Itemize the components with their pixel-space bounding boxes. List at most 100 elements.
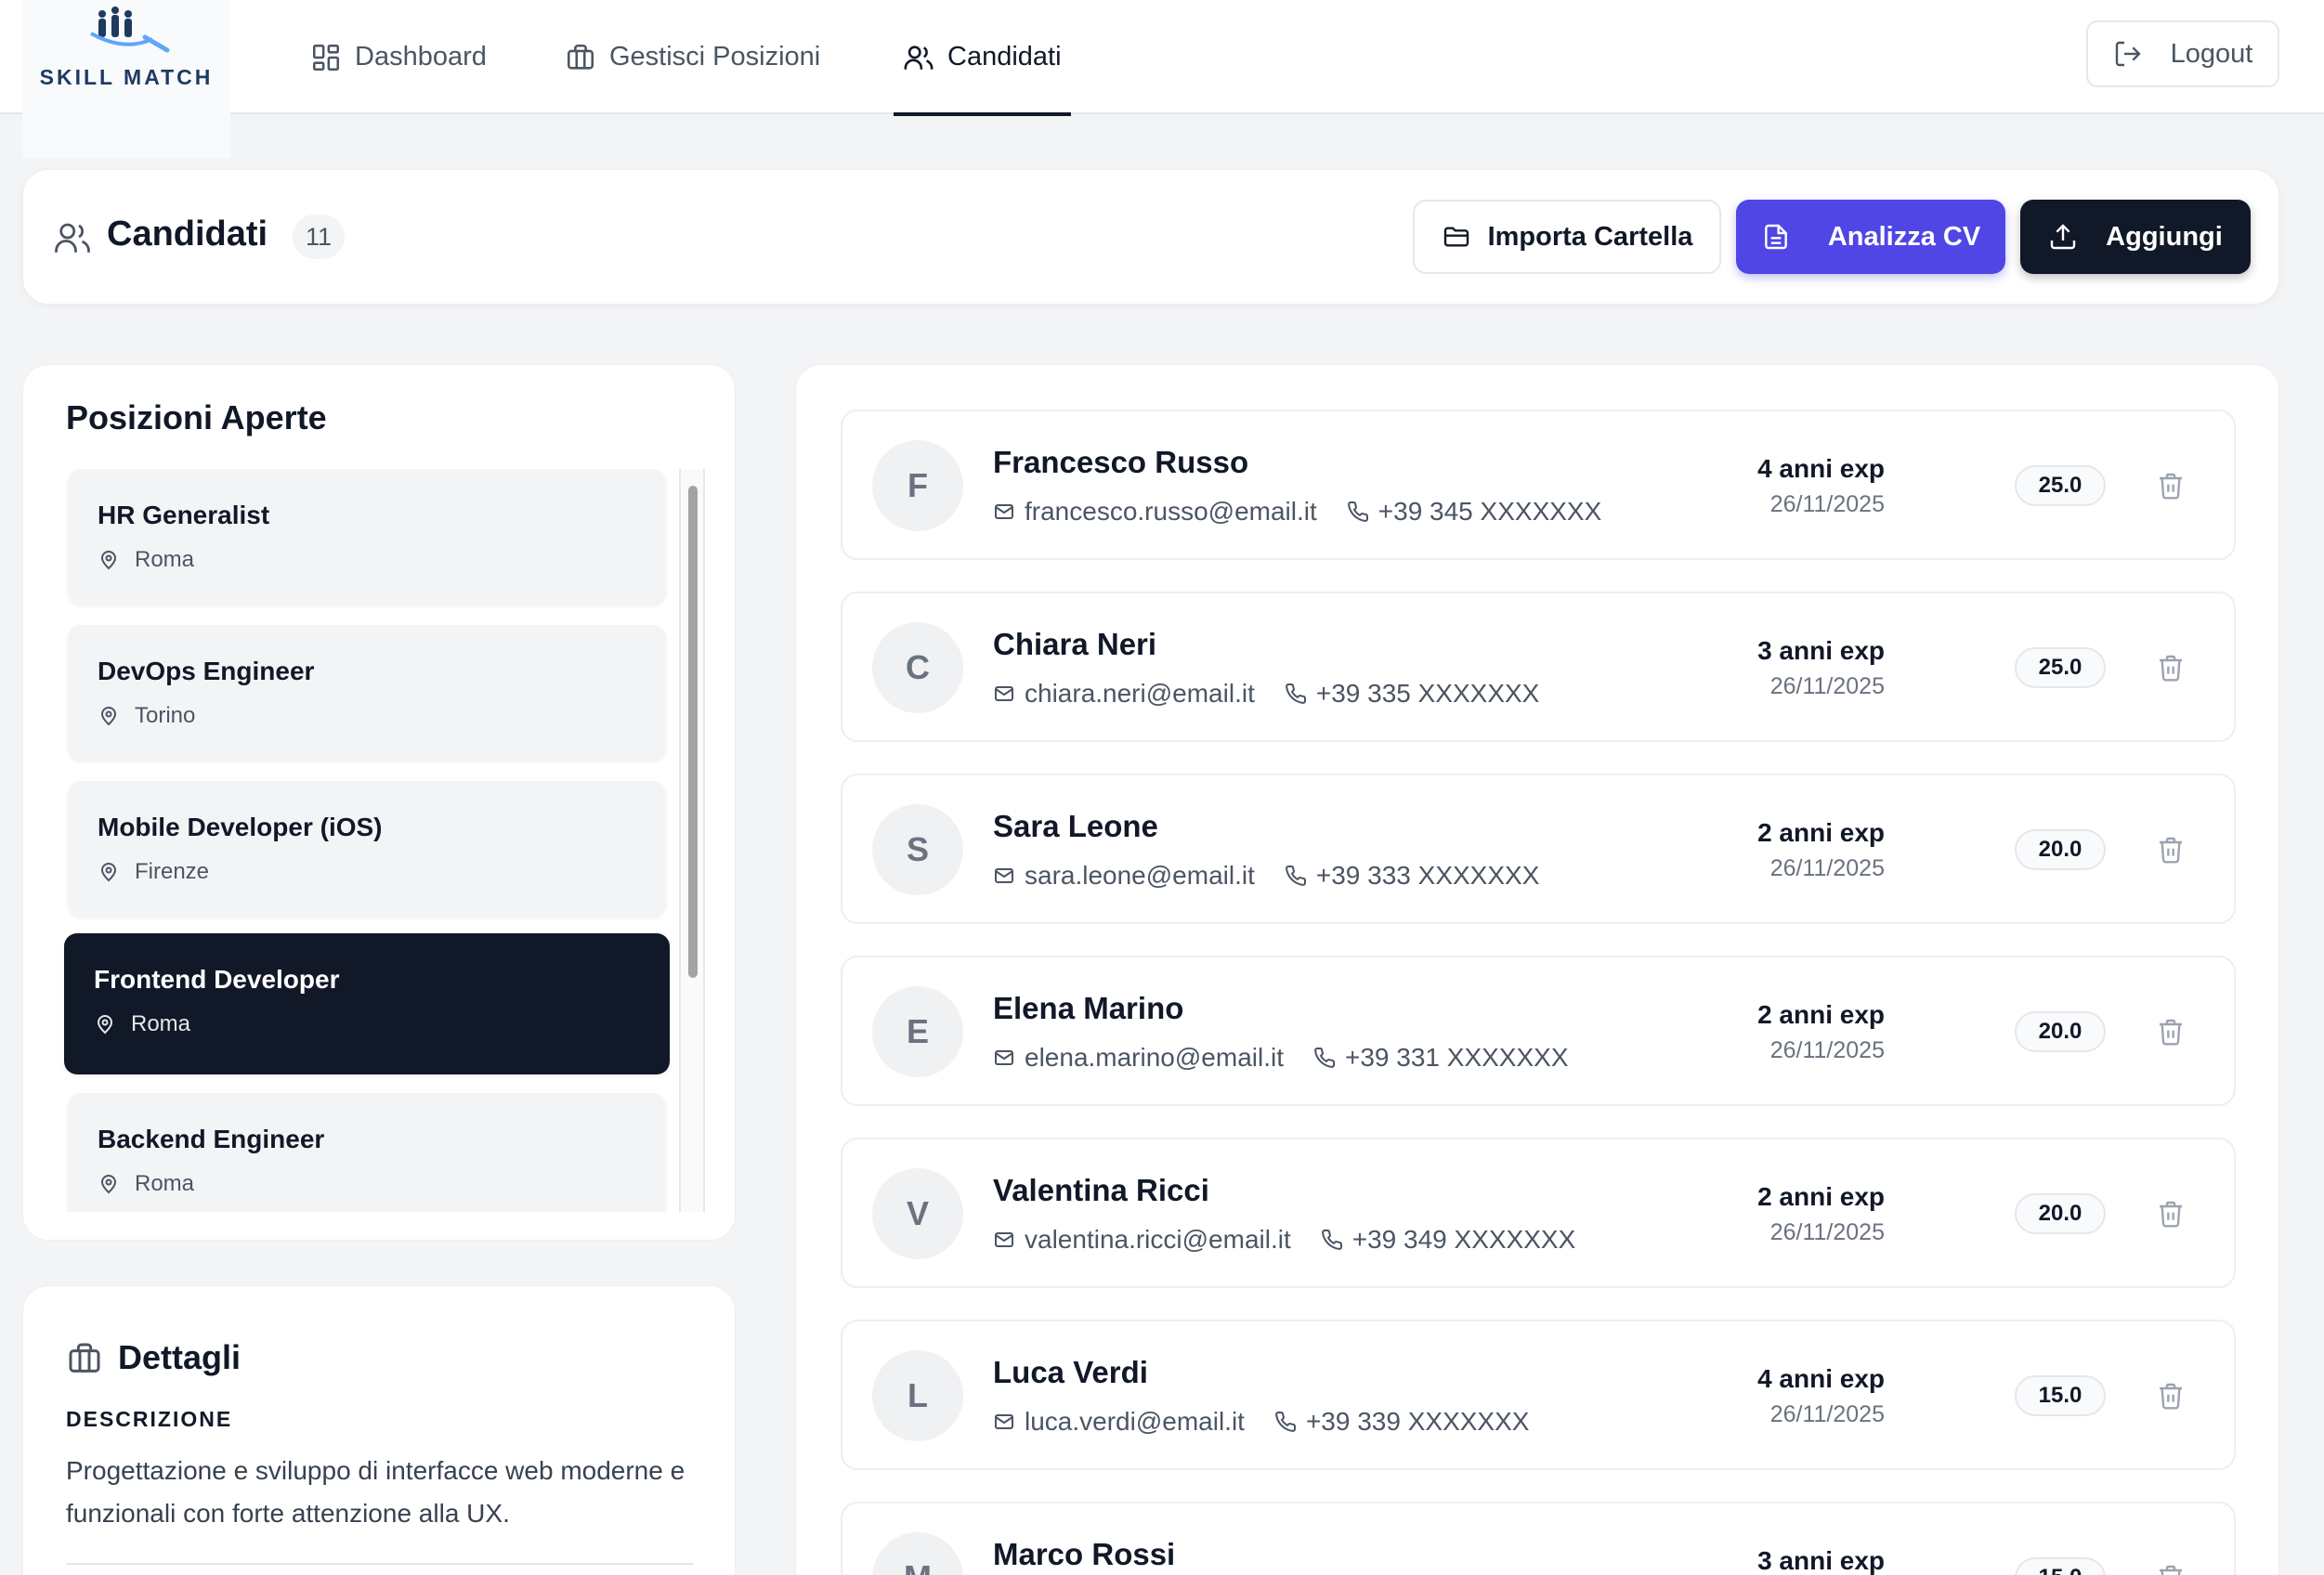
candidates-panel: F Francesco Russo francesco.russo@email.… <box>795 364 2279 1575</box>
position-title: Frontend Developer <box>94 965 340 994</box>
delete-button[interactable] <box>2152 467 2189 504</box>
candidate-email[interactable]: luca.verdi@email.it <box>993 1407 1245 1437</box>
position-item-hr-generalist[interactable]: HR Generalist Roma <box>68 469 666 605</box>
candidate-name: Marco Rossi <box>993 1537 1176 1571</box>
candidate-card[interactable]: V Valentina Ricci valentina.ricci@email.… <box>841 1138 2236 1288</box>
candidate-phone[interactable]: +39 349 XXXXXXX <box>1321 1225 1576 1255</box>
candidate-email-text: valentina.ricci@email.it <box>1025 1225 1291 1254</box>
candidate-email[interactable]: valentina.ricci@email.it <box>993 1225 1291 1255</box>
position-item-backend-engineer[interactable]: Backend Engineer Roma <box>68 1093 666 1212</box>
position-location-label: Torino <box>135 703 196 728</box>
mail-icon <box>995 1050 1013 1065</box>
mail-icon <box>995 1232 1013 1247</box>
brand-name: SKILL MATCH <box>39 65 214 89</box>
candidate-phone-text: +39 331 XXXXXXX <box>1345 1043 1569 1072</box>
position-title: Backend Engineer <box>98 1125 325 1153</box>
avatar: F <box>872 440 963 531</box>
map-pin-icon <box>100 863 117 882</box>
delete-button[interactable] <box>2152 831 2189 868</box>
candidate-email[interactable]: chiara.neri@email.it <box>993 679 1255 709</box>
position-item-devops-engineer[interactable]: DevOps Engineer Torino <box>68 625 666 761</box>
candidate-experience: 3 anni exp <box>1757 1546 1885 1575</box>
candidate-card[interactable]: F Francesco Russo francesco.russo@email.… <box>841 410 2236 560</box>
trash-icon <box>2160 1201 2182 1228</box>
analyze-cv-button[interactable]: Analizza CV <box>1736 200 2005 274</box>
document-icon <box>1764 224 1787 250</box>
delete-button[interactable] <box>2152 1195 2189 1232</box>
import-folder-label: Importa Cartella <box>1487 221 1693 252</box>
mail-icon <box>995 1414 1013 1429</box>
avatar: M <box>872 1532 963 1575</box>
phone-icon <box>1285 865 1306 886</box>
positions-scrollbar-thumb[interactable] <box>688 486 698 978</box>
brand-logo[interactable]: SKILL MATCH <box>22 0 230 158</box>
nav-positions[interactable]: Gestisci Posizioni <box>565 0 820 114</box>
candidate-name: Chiara Neri <box>993 627 1157 661</box>
description-text: Progettazione e sviluppo di interfacce w… <box>66 1456 685 1528</box>
delete-button[interactable] <box>2152 649 2189 686</box>
delete-button[interactable] <box>2152 1377 2189 1414</box>
position-details-panel: Dettagli DESCRIZIONE Progettazione e svi… <box>22 1285 736 1575</box>
phone-icon <box>1321 1229 1342 1250</box>
add-candidate-button[interactable]: Aggiungi <box>2020 200 2251 274</box>
map-pin-icon <box>97 1015 113 1035</box>
delete-button[interactable] <box>2152 1559 2189 1575</box>
position-location: Roma <box>98 1171 194 1197</box>
logout-icon <box>2115 41 2141 67</box>
candidate-card[interactable]: C Chiara Neri chiara.neri@email.it +39 3… <box>841 592 2236 742</box>
position-location-label: Roma <box>131 1011 191 1036</box>
candidate-name: Sara Leone <box>993 809 1158 843</box>
candidate-experience: 4 anni exp <box>1757 1364 1885 1393</box>
logout-button[interactable]: Logout <box>2086 20 2279 87</box>
candidate-name: Valentina Ricci <box>993 1173 1209 1207</box>
candidate-phone[interactable]: +39 333 XXXXXXX <box>1285 861 1540 891</box>
candidate-experience: 2 anni exp <box>1757 818 1885 847</box>
candidate-phone[interactable]: +39 331 XXXXXXX <box>1313 1043 1569 1073</box>
nav-candidates[interactable]: Candidati <box>894 0 1071 116</box>
position-title: HR Generalist <box>98 501 270 529</box>
candidate-card[interactable]: L Luca Verdi luca.verdi@email.it +39 339… <box>841 1320 2236 1470</box>
candidate-email[interactable]: francesco.russo@email.it <box>993 497 1317 527</box>
candidate-experience: 2 anni exp <box>1757 1000 1885 1029</box>
mail-icon <box>995 868 1013 883</box>
positions-scrollbar[interactable] <box>679 469 705 1212</box>
score-badge: 25.0 <box>2015 465 2106 506</box>
candidate-phone[interactable]: +39 345 XXXXXXX <box>1347 497 1601 527</box>
open-positions-panel: Posizioni Aperte HR Generalist Roma DevO… <box>22 364 736 1241</box>
score-badge: 20.0 <box>2015 829 2106 870</box>
mail-icon <box>995 504 1013 519</box>
position-location: Torino <box>98 703 195 729</box>
candidate-phone-text: +39 333 XXXXXXX <box>1315 861 1540 890</box>
candidate-email[interactable]: elena.marino@email.it <box>993 1043 1284 1073</box>
candidate-email[interactable]: sara.leone@email.it <box>993 861 1255 891</box>
candidate-experience: 3 anni exp <box>1757 636 1885 665</box>
position-location-label: Roma <box>135 1171 195 1196</box>
candidate-phone[interactable]: +39 335 XXXXXXX <box>1285 679 1539 709</box>
import-folder-button[interactable]: Importa Cartella <box>1413 200 1721 274</box>
position-item-frontend-developer[interactable]: Frontend Developer Roma <box>64 933 670 1074</box>
score-badge: 15.0 <box>2015 1375 2106 1416</box>
trash-icon <box>2160 655 2182 682</box>
candidate-phone-text: +39 349 XXXXXXX <box>1351 1225 1576 1254</box>
candidate-phone[interactable]: +39 339 XXXXXXX <box>1274 1407 1529 1437</box>
candidate-email-text: elena.marino@email.it <box>1025 1043 1284 1072</box>
position-location: Roma <box>94 1011 190 1037</box>
nav-dashboard[interactable]: Dashboard <box>310 0 487 114</box>
candidate-card[interactable]: S Sara Leone sara.leone@email.it +39 333… <box>841 774 2236 924</box>
nav-candidates-label: Candidati <box>947 42 1062 72</box>
candidate-email-text: sara.leone@email.it <box>1025 861 1255 890</box>
candidate-contacts: elena.marino@email.it +39 331 XXXXXXX <box>993 1043 1569 1073</box>
position-location: Firenze <box>98 859 209 885</box>
grid-icon <box>312 44 340 71</box>
positions-list[interactable]: HR Generalist Roma DevOps Engineer Torin… <box>60 469 683 1212</box>
position-item-mobile-developer-ios[interactable]: Mobile Developer (iOS) Firenze <box>68 781 666 917</box>
candidate-date: 26/11/2025 <box>1769 855 1885 881</box>
avatar: C <box>872 622 963 713</box>
map-pin-icon <box>100 551 117 570</box>
candidate-card[interactable]: E Elena Marino elena.marino@email.it +39… <box>841 956 2236 1106</box>
divider <box>66 1563 694 1565</box>
users-icon <box>904 45 934 70</box>
candidate-email-text: francesco.russo@email.it <box>1025 497 1317 526</box>
candidate-card[interactable]: M Marco Rossi 3 anni exp 15.0 <box>841 1502 2236 1575</box>
delete-button[interactable] <box>2152 1013 2189 1050</box>
